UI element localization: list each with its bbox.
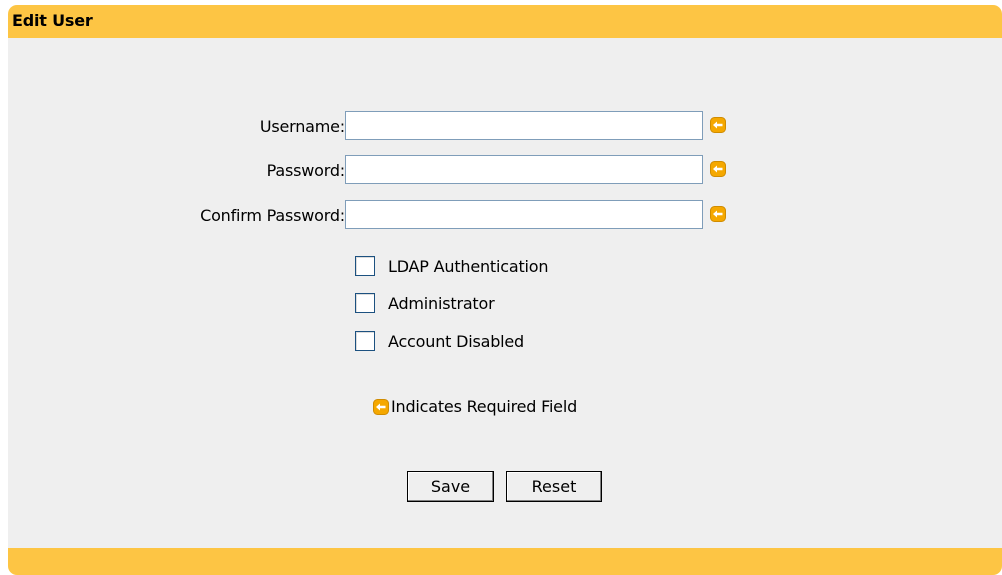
required-field-arrow-icon: [710, 117, 726, 133]
panel-title: Edit User: [12, 11, 93, 30]
account-disabled-option[interactable]: Account Disabled: [355, 329, 524, 353]
password-label: Password:: [266, 161, 346, 180]
administrator-checkbox[interactable]: [355, 293, 375, 313]
required-field-legend-text: Indicates Required Field: [391, 397, 578, 416]
administrator-option[interactable]: Administrator: [355, 291, 495, 315]
edit-user-panel: Edit User: [8, 5, 1002, 575]
required-field-legend: Indicates Required Field: [373, 397, 577, 416]
username-input[interactable]: [345, 111, 703, 140]
required-field-arrow-icon: [710, 206, 726, 222]
ldap-authentication-label: LDAP Authentication: [388, 256, 549, 276]
panel-header: Edit User: [8, 5, 1002, 38]
required-field-arrow-icon: [710, 161, 726, 177]
confirm-password-input[interactable]: [345, 200, 703, 229]
confirm-password-label: Confirm Password:: [200, 206, 345, 225]
ldap-authentication-option[interactable]: LDAP Authentication: [355, 254, 548, 278]
ldap-authentication-checkbox[interactable]: [355, 256, 375, 276]
account-disabled-checkbox[interactable]: [355, 331, 375, 351]
panel-footer: [8, 548, 1002, 575]
username-label: Username:: [259, 117, 345, 136]
required-field-arrow-icon: [373, 398, 389, 415]
password-input[interactable]: [345, 155, 703, 184]
reset-button[interactable]: Reset: [506, 471, 602, 502]
administrator-label: Administrator: [388, 293, 495, 313]
save-button[interactable]: Save: [407, 471, 494, 502]
account-disabled-label: Account Disabled: [388, 331, 524, 351]
